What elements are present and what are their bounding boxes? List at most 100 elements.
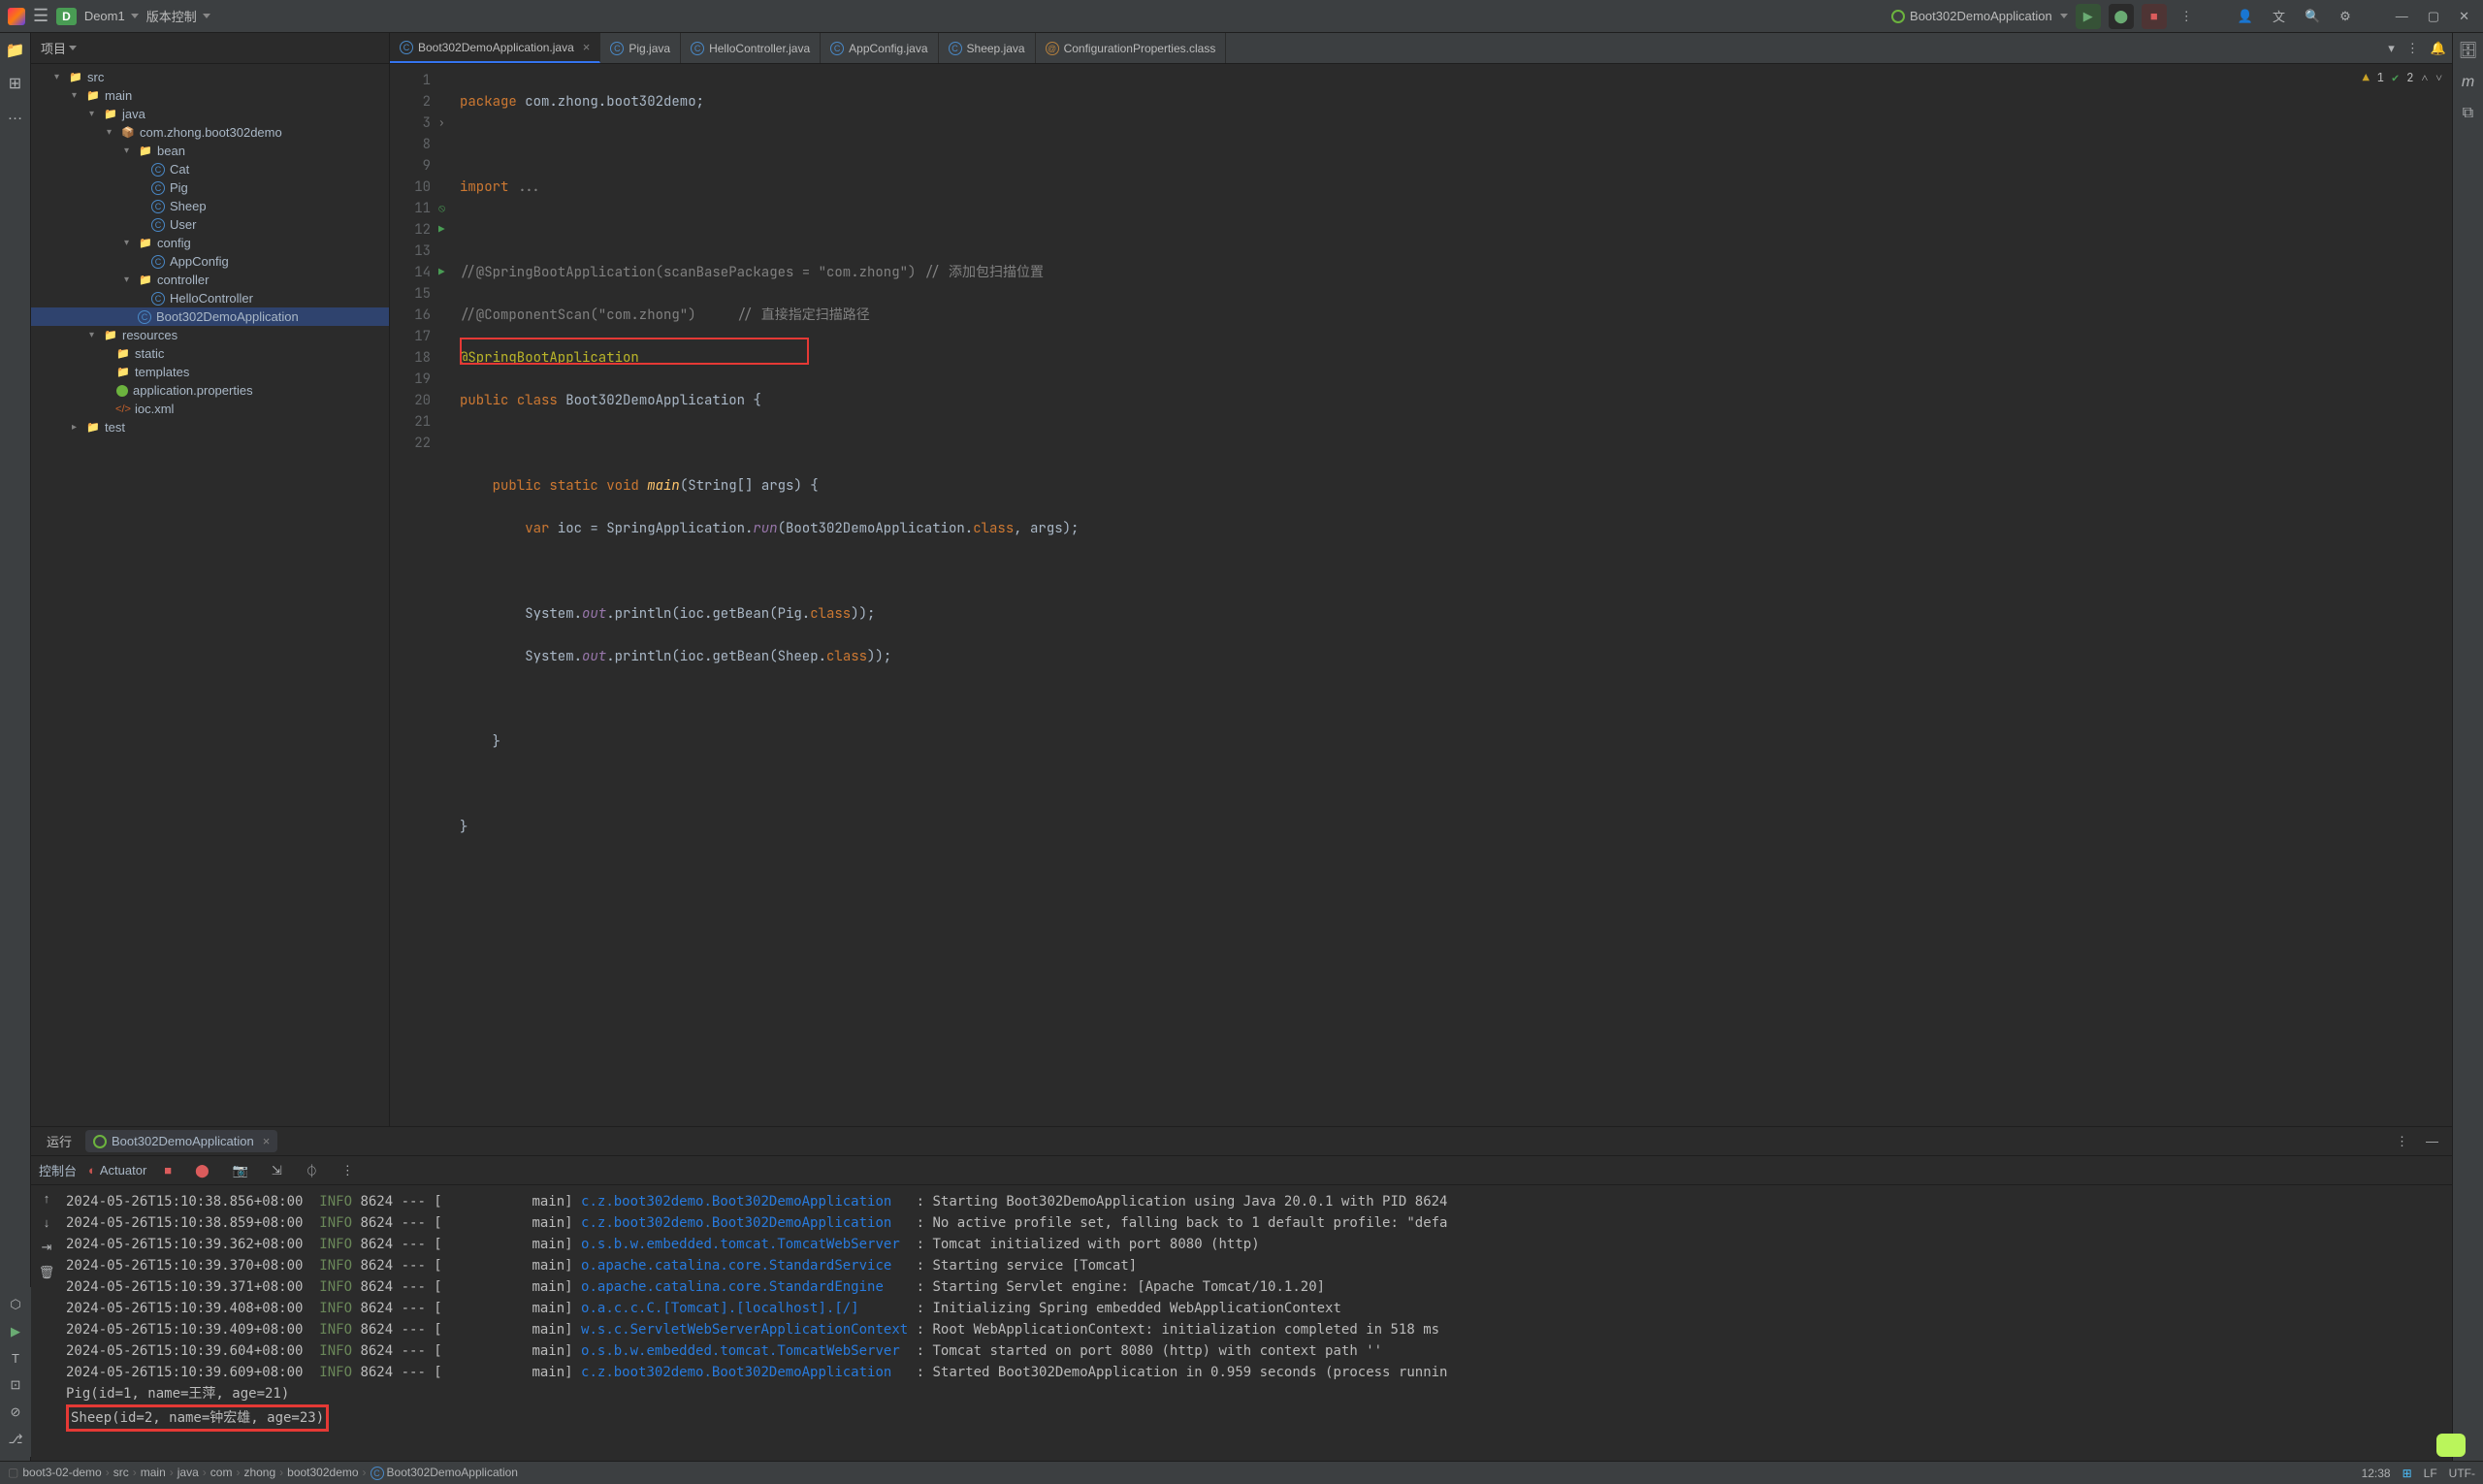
- breadcrumb-item[interactable]: zhong: [243, 1466, 275, 1479]
- settings-icon[interactable]: ⚙: [2334, 5, 2357, 28]
- tab-bootapp[interactable]: CBoot302DemoApplication.java×: [390, 33, 600, 63]
- tab-nav-dropdown[interactable]: ▾: [2382, 37, 2401, 60]
- run-button[interactable]: ▶: [2076, 4, 2101, 29]
- breadcrumb[interactable]: ▢ boot3-02-demo›src›main›java›com›zhong›…: [8, 1466, 2362, 1480]
- scroll-down-icon[interactable]: ↓: [44, 1215, 50, 1230]
- chevron-up-icon[interactable]: ˄: [2421, 70, 2428, 85]
- tree-class-pig[interactable]: CPig: [31, 178, 389, 197]
- services-icon[interactable]: ⬡: [10, 1297, 20, 1312]
- project-badge[interactable]: D: [56, 8, 77, 25]
- run-tab-config[interactable]: Boot302DemoApplication×: [85, 1130, 277, 1152]
- scroll-up-icon[interactable]: ↑: [44, 1191, 50, 1206]
- code-editor[interactable]: ▲1 ✔2 ˄˅ 1238910111213141516171819202122…: [390, 64, 2452, 1126]
- soft-wrap-icon[interactable]: ⇥: [42, 1240, 52, 1255]
- run-gutter-icon[interactable]: ▶: [438, 219, 456, 241]
- project-icon[interactable]: 📁: [6, 41, 25, 60]
- breadcrumb-item[interactable]: CBoot302DemoApplication: [371, 1466, 518, 1480]
- console-output[interactable]: 2024-05-26T15:10:38.856+08:00 INFO 8624 …: [62, 1185, 2452, 1461]
- debug-button[interactable]: ⬤: [2109, 4, 2134, 29]
- beans-icon[interactable]: ⧉: [2463, 105, 2473, 122]
- close-button[interactable]: ✕: [2453, 5, 2475, 28]
- breadcrumb-item[interactable]: java: [177, 1466, 199, 1479]
- run-toolwindow-icon[interactable]: ▶: [11, 1324, 20, 1339]
- more-icon[interactable]: ⋮: [336, 1159, 360, 1182]
- minimize-button[interactable]: —: [2390, 5, 2414, 27]
- status-lineending[interactable]: LF: [2424, 1467, 2437, 1480]
- vcs-icon[interactable]: ⎇: [9, 1432, 23, 1447]
- chevron-down-icon[interactable]: ˅: [2435, 70, 2442, 85]
- run-menu-icon[interactable]: ⋮: [2390, 1130, 2414, 1153]
- close-icon[interactable]: ×: [583, 40, 591, 54]
- record-icon[interactable]: ⬤: [189, 1159, 215, 1182]
- search-icon[interactable]: 🔍: [2299, 5, 2326, 28]
- breadcrumb-item[interactable]: main: [141, 1466, 166, 1479]
- snapshot-icon[interactable]: 📷: [227, 1159, 254, 1182]
- tree-class-appconfig[interactable]: CAppConfig: [31, 252, 389, 271]
- inspection-badges[interactable]: ▲1 ✔2 ˄˅: [2363, 70, 2442, 85]
- tree-folder-resources[interactable]: ▾📁resources: [31, 326, 389, 344]
- tree-folder-controller[interactable]: ▾📁controller: [31, 271, 389, 289]
- more-tools-icon[interactable]: …: [8, 107, 23, 124]
- tree-class-sheep[interactable]: CSheep: [31, 197, 389, 215]
- tab-pig[interactable]: CPig.java: [600, 33, 681, 63]
- tree-package[interactable]: ▾📦com.zhong.boot302demo: [31, 123, 389, 142]
- status-encoding[interactable]: UTF-: [2449, 1467, 2475, 1480]
- tree-folder-templates[interactable]: 📁templates: [31, 363, 389, 381]
- tab-label: HelloController.java: [709, 42, 810, 55]
- tree-folder-src[interactable]: ▾📁src: [31, 68, 389, 86]
- filter-icon[interactable]: ⏀: [300, 1157, 324, 1183]
- tree-folder-main[interactable]: ▾📁main: [31, 86, 389, 105]
- tree-class-bootapp[interactable]: CBoot302DemoApplication: [31, 307, 389, 326]
- breadcrumb-item[interactable]: com: [210, 1466, 233, 1479]
- hamburger-icon[interactable]: ☰: [33, 6, 48, 26]
- breadcrumb-item[interactable]: src: [113, 1466, 129, 1479]
- code-lines[interactable]: package com.zhong.boot302demo; import ..…: [456, 64, 2452, 1126]
- export-icon[interactable]: ⇲: [266, 1159, 288, 1182]
- stop-icon[interactable]: ■: [158, 1159, 177, 1181]
- tree-folder-config[interactable]: ▾📁config: [31, 234, 389, 252]
- run-gutter-icon[interactable]: ▶: [438, 262, 456, 283]
- database-icon[interactable]: 🗄: [2458, 41, 2477, 60]
- tree-folder-test[interactable]: ▸📁test: [31, 418, 389, 436]
- run-tab-title[interactable]: 运行: [39, 1128, 80, 1154]
- project-dropdown[interactable]: Deom1: [84, 9, 139, 23]
- vcs-dropdown[interactable]: 版本控制: [146, 7, 210, 25]
- run-gutter-icon[interactable]: ⦸: [438, 198, 456, 219]
- project-header[interactable]: 项目: [31, 33, 389, 64]
- tree-file-iocxml[interactable]: </>ioc.xml: [31, 400, 389, 418]
- actuator-tab[interactable]: ◐Actuator: [88, 1163, 146, 1178]
- structure-icon[interactable]: ⊞: [9, 74, 21, 93]
- tree-folder-static[interactable]: 📁static: [31, 344, 389, 363]
- problems-icon[interactable]: ⊡: [11, 1377, 21, 1393]
- tree-folder-bean[interactable]: ▾📁bean: [31, 142, 389, 160]
- terminal-icon[interactable]: T: [12, 1351, 19, 1366]
- collaborate-icon[interactable]: 👤: [2232, 5, 2259, 28]
- tree-label: resources: [122, 328, 177, 342]
- tab-configprops[interactable]: @ConfigurationProperties.class: [1036, 33, 1227, 63]
- translate-icon[interactable]: 文: [2267, 3, 2291, 29]
- breadcrumb-item[interactable]: boot3-02-demo: [22, 1466, 101, 1479]
- notifications-icon[interactable]: 🔔: [2425, 37, 2452, 60]
- tab-hello[interactable]: CHelloController.java: [681, 33, 821, 63]
- todo-icon[interactable]: ⊘: [11, 1404, 21, 1420]
- breadcrumb-item[interactable]: boot302demo: [287, 1466, 358, 1479]
- tree-class-cat[interactable]: CCat: [31, 160, 389, 178]
- ime-badge[interactable]: [2436, 1434, 2466, 1457]
- trash-icon[interactable]: 🗑: [39, 1265, 55, 1280]
- tree-file-appprops[interactable]: application.properties: [31, 381, 389, 400]
- run-config-dropdown[interactable]: Boot302DemoApplication: [1891, 9, 2068, 23]
- close-icon[interactable]: ×: [263, 1134, 271, 1148]
- maven-icon[interactable]: m: [2462, 74, 2474, 91]
- tab-menu-icon[interactable]: ⋮: [2401, 37, 2425, 60]
- tree-class-hello[interactable]: CHelloController: [31, 289, 389, 307]
- minimize-panel-icon[interactable]: —: [2420, 1130, 2444, 1152]
- tab-sheep[interactable]: CSheep.java: [939, 33, 1036, 63]
- maximize-button[interactable]: ▢: [2422, 5, 2445, 28]
- stop-button[interactable]: ■: [2142, 4, 2167, 29]
- windows-icon[interactable]: ⊞: [2402, 1467, 2412, 1480]
- tree-folder-java[interactable]: ▾📁java: [31, 105, 389, 123]
- more-icon[interactable]: ⋮: [2175, 5, 2199, 28]
- console-tab[interactable]: 控制台: [39, 1161, 77, 1179]
- tree-class-user[interactable]: CUser: [31, 215, 389, 234]
- tab-appconfig[interactable]: CAppConfig.java: [821, 33, 938, 63]
